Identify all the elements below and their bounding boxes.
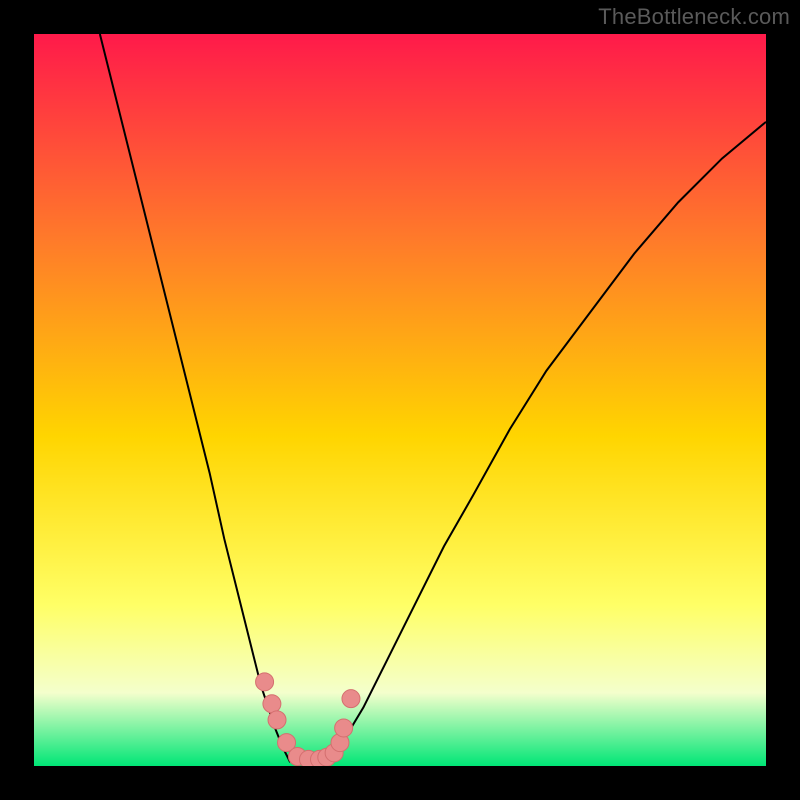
- marker-point: [335, 719, 353, 737]
- chart-frame: TheBottleneck.com: [0, 0, 800, 800]
- marker-point: [342, 690, 360, 708]
- marker-point: [256, 673, 274, 691]
- gradient-background: [34, 34, 766, 766]
- plot-area: [34, 34, 766, 766]
- chart-svg: [34, 34, 766, 766]
- marker-point: [263, 695, 281, 713]
- watermark-text: TheBottleneck.com: [598, 4, 790, 30]
- marker-point: [268, 711, 286, 729]
